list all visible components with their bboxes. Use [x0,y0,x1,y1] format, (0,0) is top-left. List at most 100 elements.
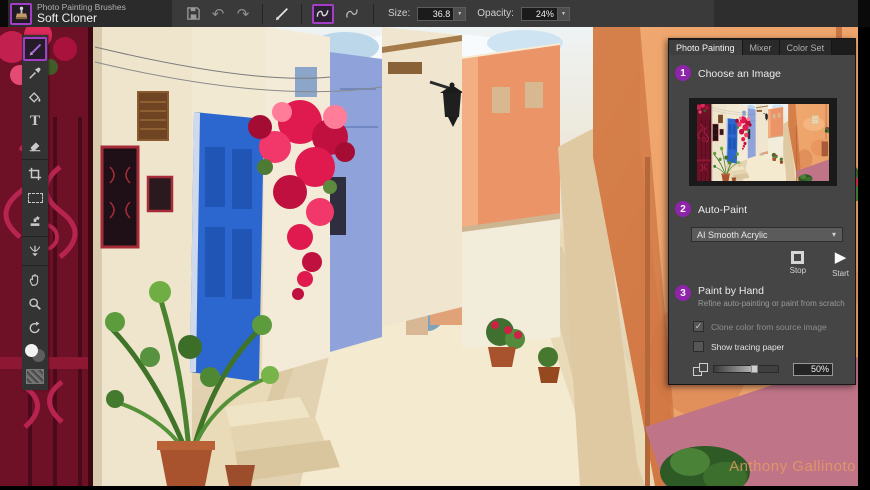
tool-mirror-painting[interactable] [22,239,48,263]
step-3-badge: 3 [675,285,691,301]
tracing-opacity-slider[interactable] [713,365,779,373]
start-label: Start [832,269,849,278]
brush-variant-label: Soft Cloner [37,12,126,25]
bottom-letterbox [0,486,870,490]
tab-color-set[interactable]: Color Set [780,40,833,55]
save-button[interactable] [184,4,202,24]
autopaint-transport: Stop ▶ Start [739,251,849,285]
tool-magnifier[interactable] [22,292,48,316]
clone-color-checkbox-row[interactable]: ✓ Clone color from source image [693,321,827,332]
tracing-opacity-row: 50% [693,361,843,377]
size-dropdown-arrow[interactable]: ▼ [454,7,466,21]
eraser-icon [28,138,42,152]
size-input[interactable]: 36.8 [417,7,454,21]
tool-paper-texture[interactable] [22,366,48,386]
stroke-style-line-button[interactable] [341,4,363,24]
tool-rect-select[interactable] [22,186,48,210]
rotate-icon [28,321,42,335]
start-button[interactable]: ▶ Start [832,251,849,285]
tool-grabber-hand[interactable] [22,268,48,292]
toolbox: T [22,35,48,390]
main-color-swatch[interactable] [25,344,38,357]
paintbrush-icon [274,6,290,22]
clone-color-checkbox[interactable]: ✓ [693,321,704,332]
source-image-frame[interactable] [689,98,837,186]
autopaint-style-value: AI Smooth Acrylic [692,230,826,240]
undo-button[interactable]: ↶ [209,4,227,24]
brush-tool-button[interactable] [273,4,291,24]
tool-brush[interactable] [23,37,47,61]
tracing-opacity-value[interactable]: 50% [793,363,833,376]
tool-color-swatches[interactable] [22,340,48,366]
toolbar-divider [301,4,302,24]
freehand-stroke-icon [315,7,331,20]
soft-cloner-dauber-icon [14,6,29,21]
crop-icon [28,167,42,181]
source-thumbnail-art [697,104,829,181]
tracing-paper-checkbox[interactable] [693,341,704,352]
top-toolbar: Photo Painting Brushes Soft Cloner ↶ ↷ [0,0,870,27]
step-1-title: Choose an Image [698,68,781,80]
redo-icon: ↷ [237,5,250,23]
size-label: Size: [388,8,410,19]
dropper-icon [28,66,42,80]
marquee-icon [28,193,43,203]
toolbar-divider [262,4,263,24]
toolbar-spacer [714,0,858,27]
step-2-title: Auto-Paint [698,204,747,216]
paper-texture-icon [26,369,44,384]
step-1-badge: 1 [675,65,691,81]
tool-crop[interactable] [22,162,48,186]
step-3-subtitle: Refine auto-painting or paint from scrat… [698,299,845,308]
panel-tab-bar: Photo Painting Mixer Color Set [669,39,855,55]
curve-stroke-icon [344,7,360,20]
tool-text[interactable]: T [22,109,48,133]
opacity-input[interactable]: 24% [521,7,558,21]
step-3-title: Paint by Hand [698,285,764,297]
app-window: Anthony Gallinoto Photo Painting Brushes… [0,0,870,490]
opacity-dropdown-arrow[interactable]: ▼ [558,7,570,21]
redo-button[interactable]: ↷ [234,4,252,24]
tool-clone-stamp[interactable] [22,210,48,234]
source-image-thumbnail[interactable] [697,104,829,181]
mirror-painting-icon [28,244,42,258]
check-icon: ✓ [695,322,703,331]
stop-icon [791,251,804,264]
tool-paint-bucket[interactable] [22,85,48,109]
stop-label: Stop [790,266,806,275]
tracing-paper-checkbox-row[interactable]: Show tracing paper [693,341,784,352]
text-tool-icon: T [30,113,40,130]
brush-selector[interactable]: Photo Painting Brushes Soft Cloner [8,0,172,27]
tab-photo-painting[interactable]: Photo Painting [669,40,743,55]
tool-dropper[interactable] [22,61,48,85]
toolbar-divider [373,4,374,24]
play-icon: ▶ [835,251,847,267]
save-icon [186,6,201,21]
property-bar: ↶ ↷ Size: 36 [172,0,714,27]
chevron-down-icon: ▾ [826,228,842,241]
hand-icon [28,273,42,287]
tool-rotate-page[interactable] [22,316,48,340]
photo-painting-panel: Photo Painting Mixer Color Set 1 Choose … [668,38,856,385]
tool-eraser[interactable] [22,133,48,157]
clone-color-label: Clone color from source image [711,322,827,332]
clone-stamp-icon [28,215,42,229]
brush-icon [28,42,43,57]
slider-thumb[interactable] [751,365,758,373]
stroke-style-freehand-button[interactable] [312,4,334,24]
toolbox-divider [22,265,48,266]
tab-mixer[interactable]: Mixer [743,40,780,55]
right-letterbox [858,0,870,490]
stop-button[interactable]: Stop [790,251,806,285]
paint-bucket-icon [28,90,42,104]
toolbox-divider [22,236,48,237]
magnifier-icon [28,297,42,311]
brush-variant-icon[interactable] [10,3,32,25]
autopaint-style-select[interactable]: AI Smooth Acrylic ▾ [691,227,843,242]
step-2-badge: 2 [675,201,691,217]
tracing-paper-icon [693,363,708,376]
opacity-label: Opacity: [477,8,514,19]
tracing-paper-label: Show tracing paper [711,342,784,352]
undo-icon: ↶ [212,5,225,23]
color-swatches-icon [25,344,45,362]
